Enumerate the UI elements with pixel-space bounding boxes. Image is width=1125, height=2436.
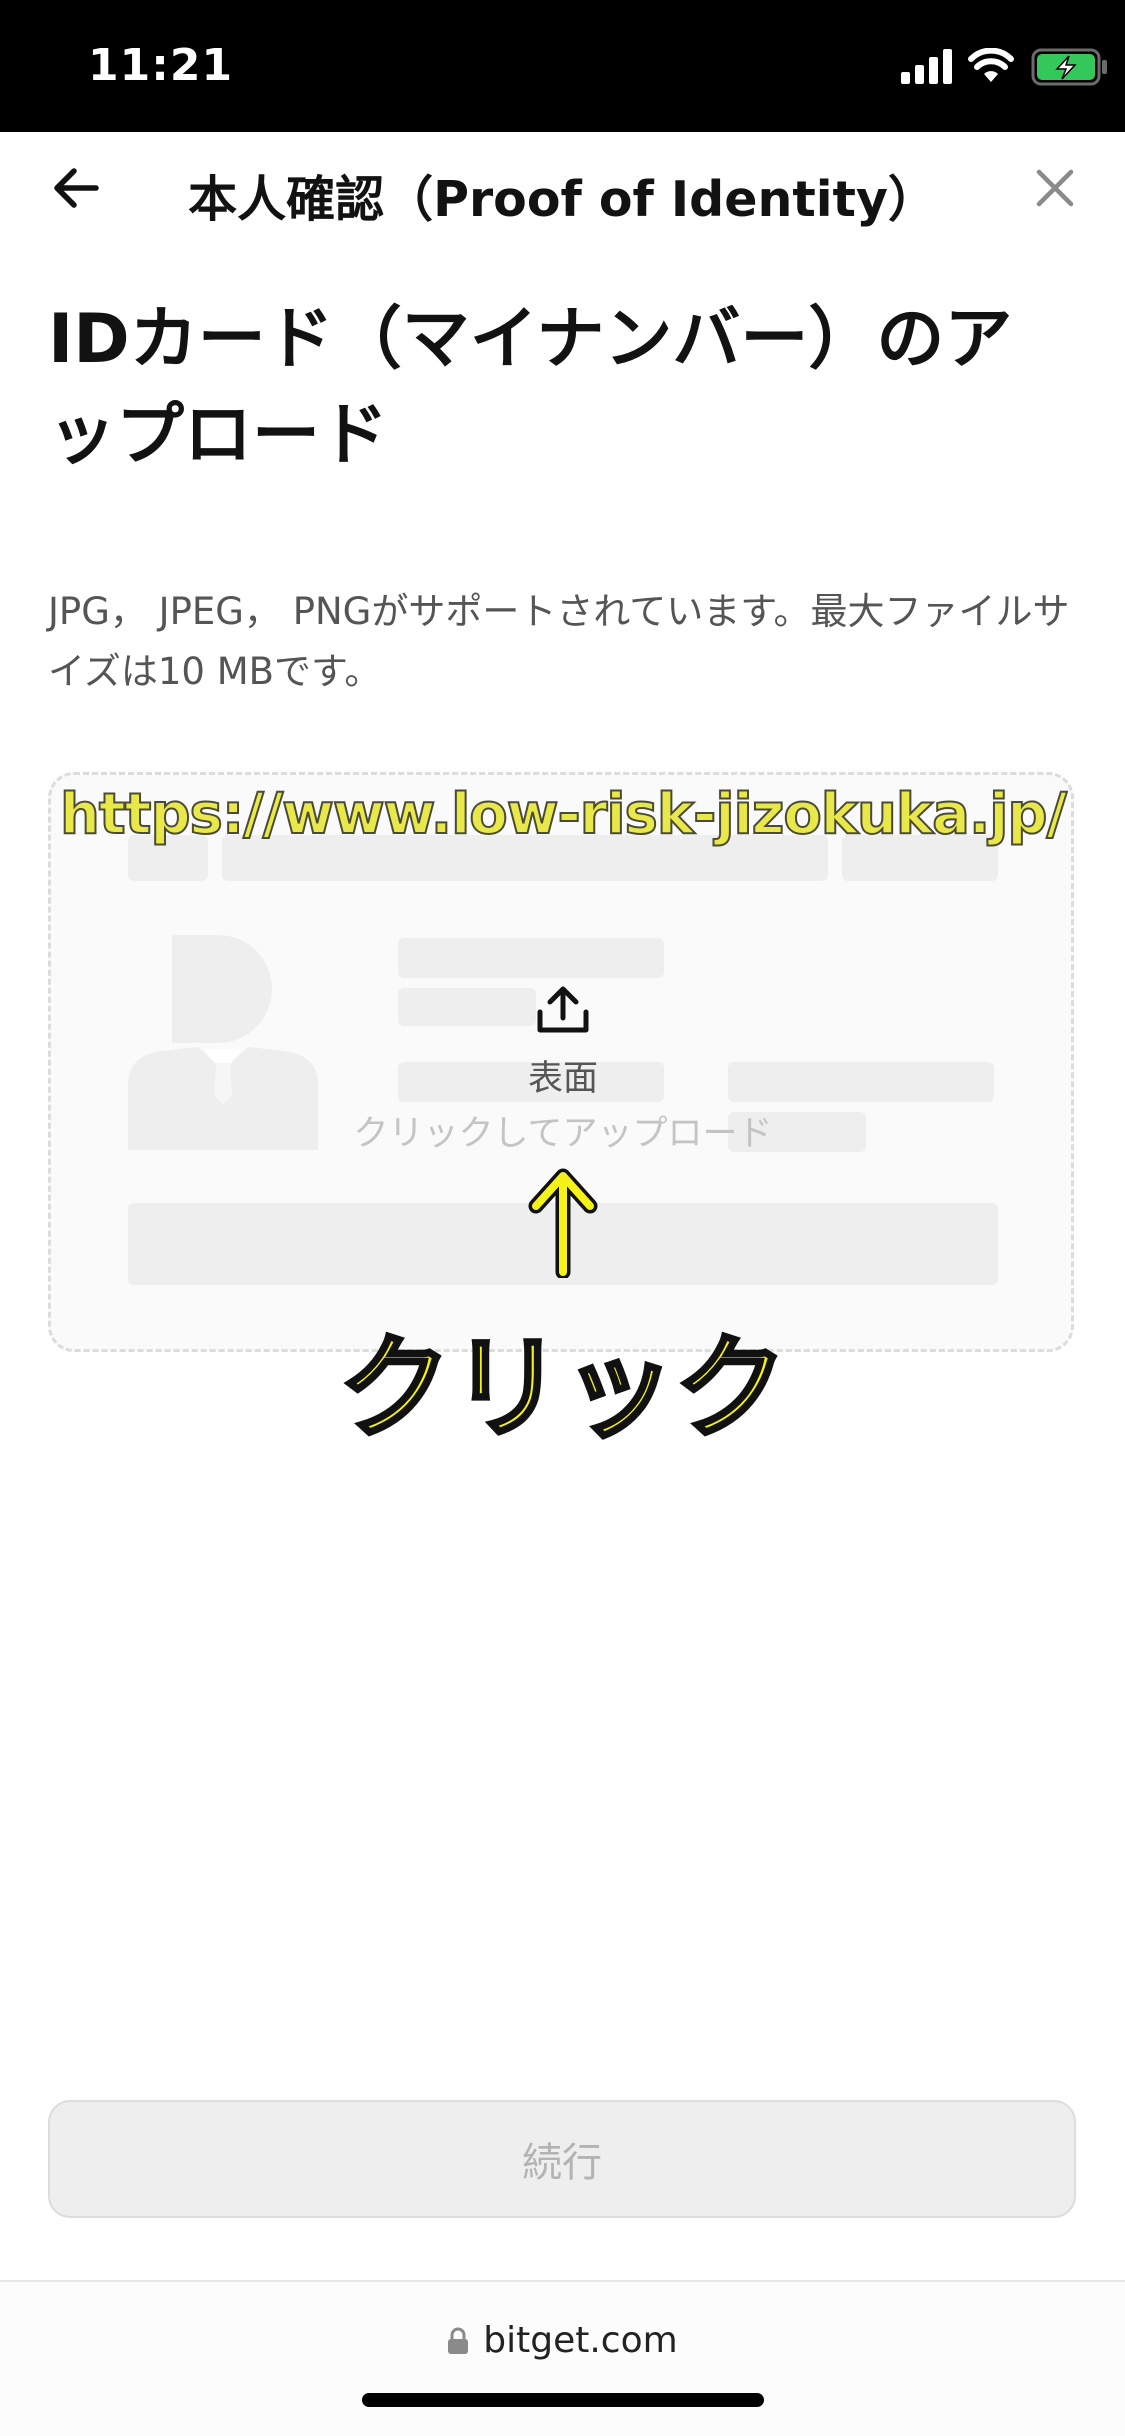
upload-icon bbox=[537, 986, 589, 1033]
home-indicator bbox=[362, 2393, 764, 2407]
nav-bar: 本人確認（Proof of Identity） bbox=[0, 132, 1125, 242]
close-button[interactable] bbox=[1027, 160, 1083, 216]
file-requirements-text: JPG， JPEG， PNGがサポートされています。最大ファイルサイズは10 M… bbox=[48, 590, 1070, 693]
page-title: IDカード（マイナンバー）のアップロード bbox=[48, 300, 1013, 475]
status-bar: 11:21 bbox=[0, 0, 1125, 132]
nav-title: 本人確認（Proof of Identity） bbox=[188, 171, 937, 228]
address-bar[interactable]: bitget.com bbox=[0, 2320, 1125, 2361]
arrow-up-icon bbox=[528, 1168, 598, 1278]
watermark-url: https://www.low-risk-jizokuka.jp/ bbox=[59, 781, 1068, 848]
battery-charging-icon bbox=[1031, 48, 1107, 86]
close-icon bbox=[1036, 169, 1074, 207]
arrow-left-icon bbox=[54, 168, 99, 208]
continue-button[interactable]: 続行 bbox=[48, 2100, 1076, 2218]
lock-icon bbox=[448, 2327, 469, 2354]
status-time: 11:21 bbox=[88, 40, 234, 91]
back-button[interactable] bbox=[48, 160, 104, 216]
upload-side-label: 表面 bbox=[527, 1059, 598, 1099]
cellular-signal-icon bbox=[901, 49, 952, 84]
url-text: bitget.com bbox=[483, 2320, 678, 2361]
wifi-icon bbox=[968, 48, 1014, 82]
upload-hint: クリックしてアップロード bbox=[353, 1114, 773, 1154]
browser-bottom-bar: bitget.com bbox=[0, 2280, 1125, 2436]
click-annotation: クリック bbox=[337, 1322, 789, 1456]
